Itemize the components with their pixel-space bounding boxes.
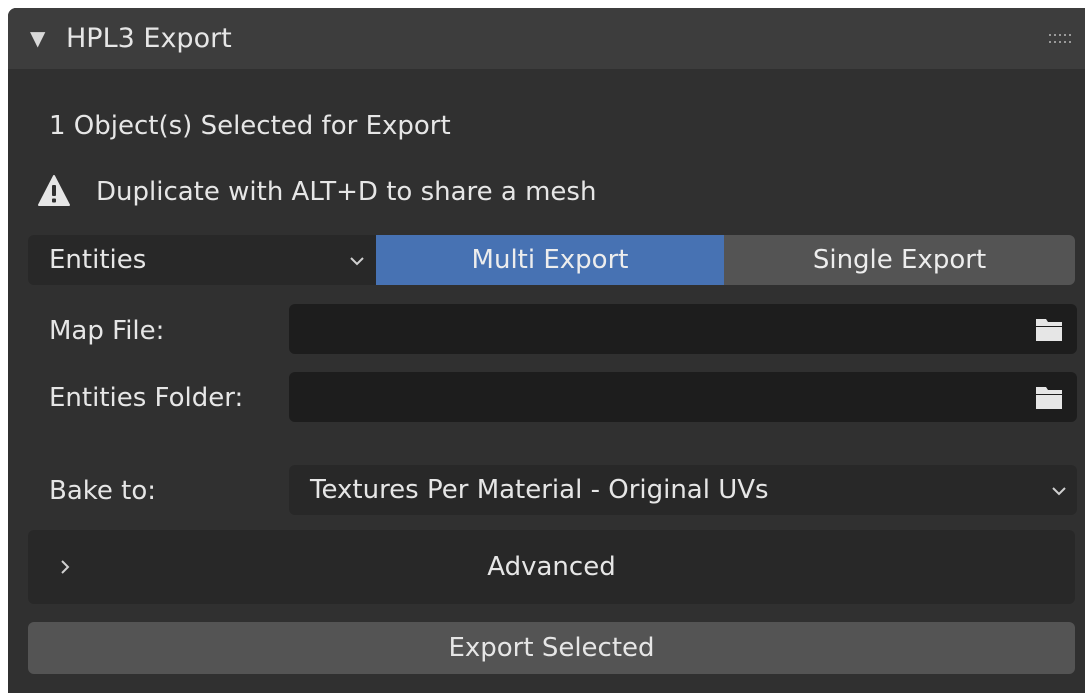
hpl3-export-panel: ▼ HPL3 Export 1 Object(s) Selected for E… — [8, 8, 1085, 693]
chevron-down-icon — [350, 257, 364, 266]
map-file-input[interactable] — [289, 304, 1021, 354]
tab-single-export[interactable]: Single Export — [724, 235, 1075, 285]
export-type-dropdown[interactable]: Entities — [28, 235, 376, 285]
panel-title: HPL3 Export — [66, 23, 232, 54]
map-file-browse-button[interactable] — [1021, 304, 1077, 354]
bake-to-value: Textures Per Material - Original UVs — [310, 475, 769, 505]
export-type-value: Entities — [49, 245, 147, 275]
entities-folder-input[interactable] — [289, 372, 1021, 422]
panel-header[interactable]: ▼ HPL3 Export — [8, 8, 1085, 69]
map-file-label: Map File: — [49, 316, 165, 346]
folder-icon — [1036, 387, 1062, 409]
bake-to-dropdown[interactable]: Textures Per Material - Original UVs — [289, 465, 1077, 515]
drag-grip-icon[interactable] — [1049, 33, 1071, 45]
chevron-down-icon — [1052, 487, 1066, 496]
triangle-down-icon[interactable]: ▼ — [30, 26, 45, 50]
tab-multi-export[interactable]: Multi Export — [376, 235, 724, 285]
advanced-label: Advanced — [487, 552, 616, 582]
warning-text: Duplicate with ALT+D to share a mesh — [96, 177, 597, 207]
bake-to-label: Bake to: — [49, 476, 157, 506]
selection-count-text: 1 Object(s) Selected for Export — [49, 111, 451, 141]
warning-icon — [38, 175, 70, 206]
advanced-subpanel-header[interactable]: Advanced — [28, 530, 1075, 604]
entities-folder-browse-button[interactable] — [1021, 372, 1077, 422]
export-selected-button[interactable]: Export Selected — [28, 622, 1075, 674]
folder-icon — [1036, 319, 1062, 341]
entities-folder-label: Entities Folder: — [49, 383, 244, 413]
